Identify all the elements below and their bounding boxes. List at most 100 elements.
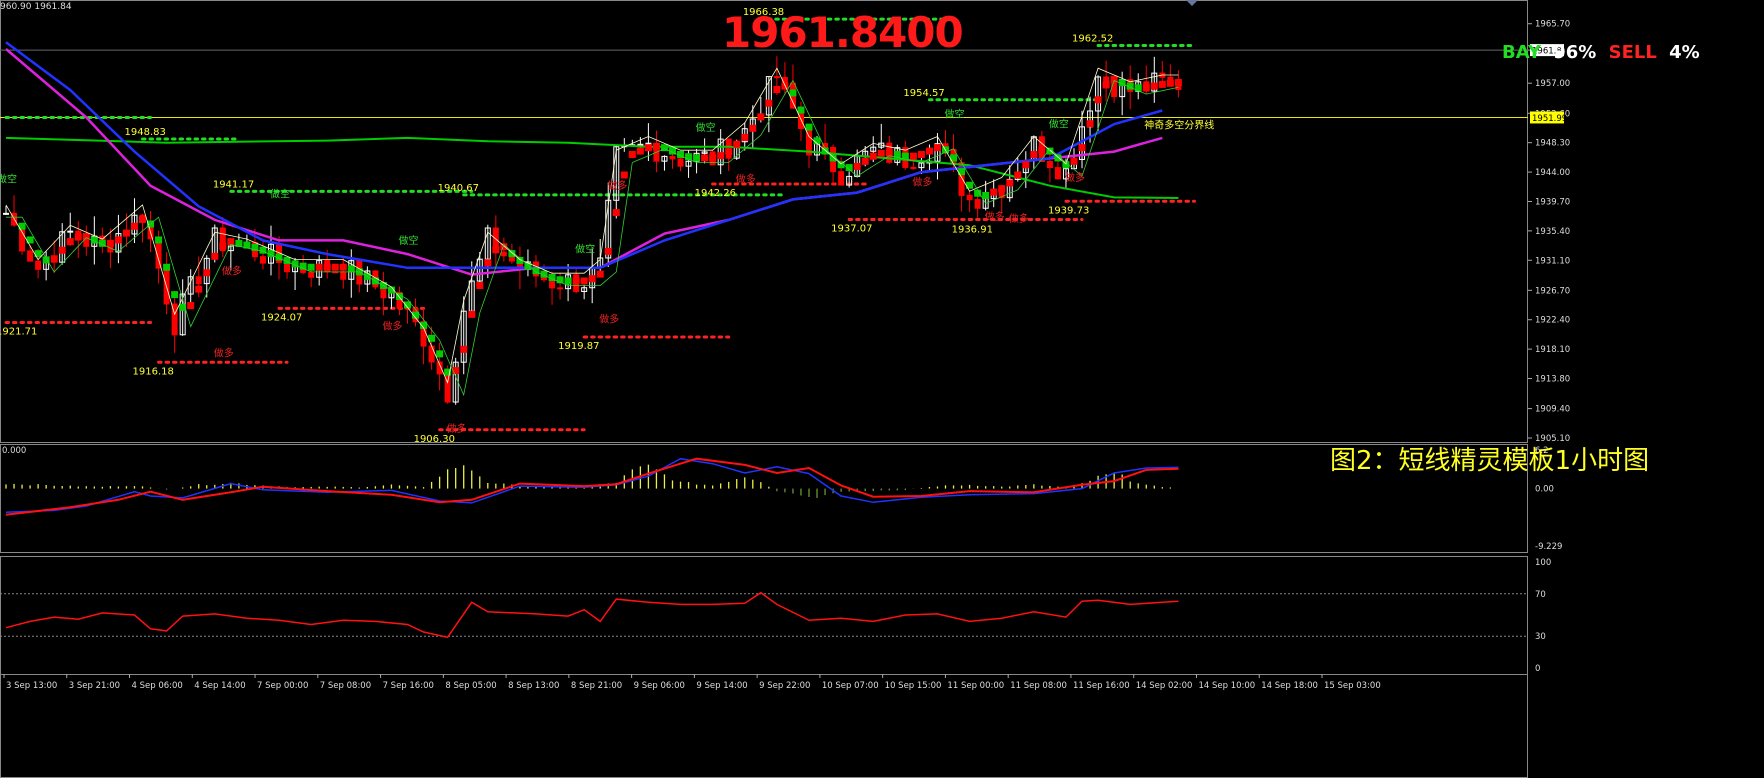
- ribbon-block: [339, 263, 347, 271]
- ribbon-block: [909, 152, 917, 160]
- ribbon-block: [604, 247, 612, 255]
- candle-body: [428, 345, 435, 363]
- rsi-line: [5, 591, 1179, 639]
- ribbon-block: [187, 302, 195, 310]
- ribbon-block: [1038, 146, 1046, 154]
- candle-body: [308, 271, 315, 278]
- swing-label: 1906.30: [414, 434, 455, 445]
- long-signal-label: 做多: [214, 347, 234, 360]
- swing-label: 1924.07: [261, 312, 302, 323]
- ribbon-block: [1006, 179, 1014, 187]
- macd-tick-label: -9.229: [1535, 542, 1562, 552]
- time-tick-label: 8 Sep 21:00: [571, 681, 622, 691]
- candle-body: [35, 260, 42, 270]
- time-tick-label: 9 Sep 22:00: [759, 681, 810, 691]
- time-tick-label: 9 Sep 14:00: [696, 681, 747, 691]
- time-tick-label: 15 Sep 03:00: [1324, 681, 1381, 691]
- long-signal-label: 做多: [382, 319, 402, 332]
- swing-label: 1962.52: [1072, 33, 1113, 44]
- swing-label: 1948.83: [125, 127, 166, 138]
- ribbon-block: [869, 152, 877, 160]
- ribbon-block: [219, 242, 227, 250]
- macd-tick-label: 0.00: [1535, 485, 1554, 495]
- ribbon-block: [789, 89, 797, 97]
- ribbon-block: [773, 86, 781, 94]
- time-tick-label: 7 Sep 16:00: [383, 681, 434, 691]
- long-signal-label: 做多: [912, 176, 932, 189]
- ribbon-block: [460, 345, 468, 353]
- ribbon-block: [227, 238, 235, 246]
- ribbon-block: [1102, 81, 1110, 89]
- ribbon-block: [717, 152, 725, 160]
- ribbon-block: [933, 144, 941, 152]
- trading-chart[interactable]: 1965.701957.001952.601948.301944.001939.…: [0, 0, 1764, 778]
- ribbon-block: [323, 263, 331, 271]
- ribbon-block: [468, 310, 476, 318]
- short-signal-label: 做空: [0, 172, 17, 185]
- ribbon-block: [139, 215, 147, 223]
- price-tick-label: 1909.40: [1535, 405, 1570, 415]
- swing-label: 1936.91: [952, 225, 993, 236]
- signal-readout: BAY 96% SELL 4%: [1502, 42, 1706, 63]
- time-tick-label: 10 Sep 15:00: [885, 681, 942, 691]
- ribbon-block: [1158, 80, 1166, 88]
- time-tick-label: 7 Sep 08:00: [320, 681, 371, 691]
- candle-body: [3, 212, 9, 215]
- ribbon-block: [58, 246, 66, 254]
- candle-body: [195, 276, 202, 285]
- price-tick-label: 1931.10: [1535, 256, 1570, 266]
- price-tick-label: 1935.40: [1535, 227, 1570, 237]
- chart-caption: 图2：短线精灵模板1小时图: [1330, 446, 1650, 476]
- swing-label: 1937.07: [831, 223, 872, 234]
- ribbon-block: [612, 209, 620, 217]
- candle-body: [1054, 167, 1061, 180]
- swing-label: 1942.26: [695, 188, 736, 199]
- swing-label: 1940.67: [438, 183, 479, 194]
- price-tick-label: 1913.80: [1535, 375, 1570, 385]
- short-signal-label: 做空: [696, 121, 716, 134]
- ribbon-block: [1150, 82, 1158, 90]
- ribbon-block: [315, 263, 323, 271]
- candles: [3, 56, 1182, 405]
- time-tick-label: 8 Sep 05:00: [445, 681, 496, 691]
- time-tick-label: 3 Sep 21:00: [69, 681, 120, 691]
- rsi-tick-label: 70: [1535, 590, 1546, 600]
- ribbon-block: [588, 275, 596, 283]
- ribbon-block: [114, 236, 122, 244]
- ribbon-block: [701, 154, 709, 162]
- ribbon-block: [1030, 150, 1038, 158]
- ribbon-block: [203, 269, 211, 277]
- short-signal-label: 做空: [270, 187, 290, 200]
- time-tick-label: 4 Sep 06:00: [132, 681, 183, 691]
- time-tick-label: 11 Sep 08:00: [1010, 681, 1067, 691]
- ribbon-block: [765, 99, 773, 107]
- ribbon-block: [171, 291, 179, 299]
- ribbon-block: [1014, 171, 1022, 179]
- candle-body: [966, 194, 973, 201]
- ribbon-block: [925, 147, 933, 155]
- ribbon-block: [492, 246, 500, 254]
- price-tick-label: 1926.70: [1535, 286, 1570, 296]
- price-axis: 1965.701957.001952.601948.301944.001939.…: [1528, 20, 1570, 444]
- price-tick-label: 1948.30: [1535, 139, 1570, 149]
- swing-label: 1921.71: [0, 326, 37, 337]
- candle-body: [340, 271, 347, 280]
- ribbon-block: [998, 185, 1006, 193]
- long-signal-label: 做多: [599, 312, 619, 325]
- price-tick-label: 1922.40: [1535, 316, 1570, 326]
- ribbon-block: [1134, 84, 1142, 92]
- time-tick-label: 4 Sep 14:00: [194, 681, 245, 691]
- ribbon-block: [733, 140, 741, 148]
- time-tick-label: 14 Sep 02:00: [1136, 681, 1193, 691]
- long-signal-label: 做多: [607, 179, 627, 192]
- big-price-label: 1961.8400: [722, 8, 964, 57]
- ribbon-block: [1166, 79, 1174, 87]
- time-tick-label: 3 Sep 13:00: [6, 681, 57, 691]
- short-signal-label: 做空: [1049, 118, 1069, 131]
- chart-shift-marker: [1186, 0, 1198, 6]
- ribbon-block: [1078, 144, 1086, 152]
- sell-label: SELL: [1608, 42, 1657, 63]
- candle-body: [677, 158, 684, 167]
- candle-body: [557, 287, 564, 290]
- macd-top-value: 0.000: [2, 446, 26, 456]
